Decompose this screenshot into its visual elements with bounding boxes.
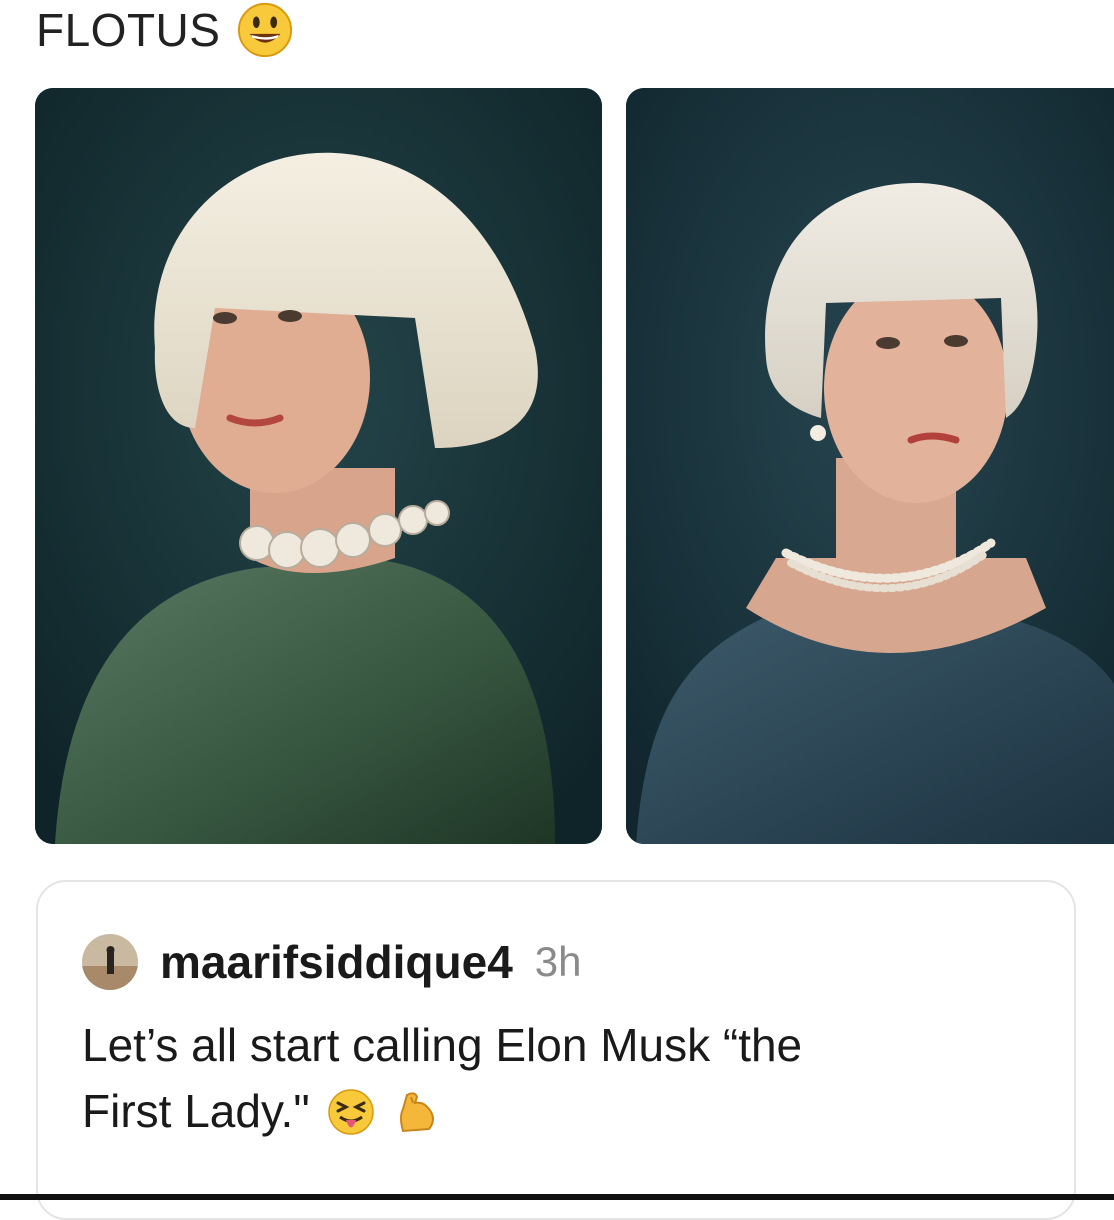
- portrait-photo-left[interactable]: [35, 88, 602, 844]
- flexed-biceps-icon: [400, 1092, 435, 1133]
- comment-header: maarifsiddique4 3h: [82, 934, 582, 990]
- portrait-photo-right[interactable]: [626, 88, 1114, 844]
- post-title: FLOTUS: [36, 4, 221, 56]
- user-avatar[interactable]: [82, 934, 138, 990]
- comment-body: Let’s all start calling Elon Musk “the F…: [82, 1012, 1042, 1144]
- comment-text-line-1: Let’s all start calling Elon Musk “the: [82, 1019, 803, 1071]
- comment-card: maarifsiddique4 3h Let’s all start calli…: [36, 880, 1076, 1220]
- comment-timestamp: 3h: [534, 938, 582, 985]
- grinning-face-icon: [238, 2, 293, 58]
- comment-text-line-2-wrap: First Lady.": [82, 1078, 1042, 1144]
- post-header: FLOTUS: [36, 2, 294, 58]
- squinting-tongue-face-icon: [328, 1089, 375, 1135]
- comment-username[interactable]: maarifsiddique4: [160, 935, 513, 989]
- portrait-image-right: [626, 88, 1114, 844]
- comment-text-line-2: First Lady.": [82, 1085, 310, 1137]
- portrait-image-left: [35, 88, 602, 844]
- bottom-border: [0, 1194, 1114, 1200]
